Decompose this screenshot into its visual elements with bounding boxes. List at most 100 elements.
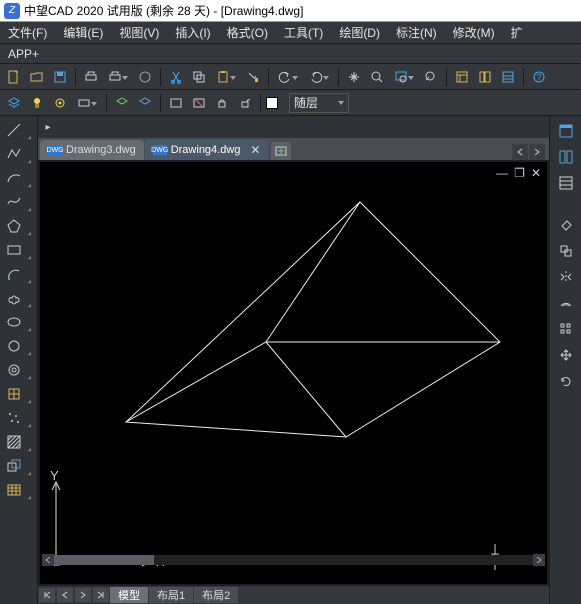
table-tool[interactable] [4, 480, 32, 500]
layer-state-button[interactable] [135, 93, 155, 113]
tool-palettes-button[interactable] [498, 67, 518, 87]
separator [260, 94, 261, 112]
revcloud-tool[interactable] [4, 288, 32, 308]
line-tool[interactable] [4, 120, 32, 140]
separator [75, 68, 76, 86]
menu-dimension[interactable]: 标注(N) [388, 22, 445, 43]
doc-tab-active[interactable]: DWG Drawing4.dwg ✕ [145, 140, 269, 160]
palette-1-button[interactable] [555, 120, 577, 142]
new-tab-button[interactable] [271, 142, 291, 160]
properties-button[interactable] [452, 67, 472, 87]
zoom-prev-button[interactable] [421, 67, 441, 87]
appplus-button[interactable]: APP+ [0, 47, 47, 61]
print-button[interactable] [81, 67, 101, 87]
undo-button[interactable] [274, 67, 302, 87]
move-button[interactable] [555, 344, 577, 366]
dwg-icon: DWG [48, 145, 62, 155]
erase-button[interactable] [555, 214, 577, 236]
plot-button[interactable] [135, 67, 155, 87]
arc3p-tool[interactable] [4, 264, 32, 284]
rotate-button[interactable] [555, 370, 577, 392]
menu-ext[interactable]: 扩 [503, 22, 531, 43]
window-title: 中望CAD 2020 试用版 (剩余 28 天) - [Drawing4.dwg… [24, 2, 303, 19]
array-button[interactable] [555, 318, 577, 340]
separator [446, 68, 447, 86]
app-logo-icon: Z [4, 3, 20, 19]
block-tool[interactable] [4, 384, 32, 404]
zoom-window-button[interactable] [390, 67, 418, 87]
help-button[interactable]: ? [529, 67, 549, 87]
layer-manager-button[interactable] [4, 93, 24, 113]
tab-scroll-left-button[interactable] [512, 144, 528, 160]
menu-format[interactable]: 格式(O) [219, 22, 276, 43]
layer-iso-button[interactable] [166, 93, 186, 113]
copy-obj-button[interactable] [555, 240, 577, 262]
layer-lock-button[interactable] [212, 93, 232, 113]
rectangle-tool[interactable] [4, 240, 32, 260]
doc-tab-strip-header: ▸ [38, 116, 549, 138]
circle-tool[interactable] [4, 336, 32, 356]
layer-prev-button[interactable] [112, 93, 132, 113]
design-center-button[interactable] [475, 67, 495, 87]
arc-tool[interactable] [4, 168, 32, 188]
layer-dropdown-button[interactable] [73, 93, 101, 113]
work-area: ▸ DWG Drawing3.dwg DWG Drawing4.dwg ✕ — [0, 116, 581, 604]
save-button[interactable] [50, 67, 70, 87]
menu-tools[interactable]: 工具(T) [276, 22, 331, 43]
polyline-tool[interactable] [4, 144, 32, 164]
scroll-track[interactable] [54, 555, 533, 565]
palette-2-button[interactable] [555, 146, 577, 168]
toolbar-2: 随层 [0, 90, 581, 116]
hatch-tool[interactable] [4, 432, 32, 452]
offset-button[interactable] [555, 292, 577, 314]
spline-tool[interactable] [4, 192, 32, 212]
paste-button[interactable] [212, 67, 240, 87]
polygon-tool[interactable] [4, 216, 32, 236]
menu-modify[interactable]: 修改(M) [445, 22, 503, 43]
main-menu: 文件(F) 编辑(E) 视图(V) 插入(I) 格式(O) 工具(T) 绘图(D… [0, 22, 581, 44]
drawing-canvas[interactable]: — ❐ ✕ Y X [40, 162, 547, 584]
doc-tab-inactive[interactable]: DWG Drawing3.dwg [40, 140, 144, 160]
close-tab-icon[interactable]: ✕ [250, 143, 260, 157]
menu-view[interactable]: 视图(V) [111, 22, 167, 43]
separator [160, 94, 161, 112]
menu-file[interactable]: 文件(F) [0, 22, 55, 43]
color-swatch[interactable] [266, 97, 278, 109]
scroll-thumb[interactable] [54, 555, 154, 565]
layer-freeze-button[interactable] [50, 93, 70, 113]
svg-text:?: ? [537, 73, 542, 82]
scroll-right-icon[interactable] [533, 554, 545, 566]
palette-3-button[interactable] [555, 172, 577, 194]
point-tool[interactable] [4, 408, 32, 428]
new-button[interactable] [4, 67, 24, 87]
open-button[interactable] [27, 67, 47, 87]
region-tool[interactable] [4, 456, 32, 476]
cut-button[interactable] [166, 67, 186, 87]
separator [338, 68, 339, 86]
tab-label: Drawing3.dwg [66, 144, 136, 156]
drawing-content: Y X [40, 162, 540, 602]
print-preview-button[interactable] [104, 67, 132, 87]
layer-on-button[interactable] [27, 93, 47, 113]
tab-label: Drawing4.dwg [171, 144, 241, 156]
scroll-left-icon[interactable] [42, 554, 54, 566]
ellipse-tool[interactable] [4, 312, 32, 332]
layer-color-combo[interactable]: 随层 [289, 93, 349, 113]
matchprop-button[interactable] [243, 67, 263, 87]
expand-chevron-icon[interactable]: ▸ [42, 121, 54, 133]
menu-edit[interactable]: 编辑(E) [55, 22, 111, 43]
zoom-realtime-button[interactable] [367, 67, 387, 87]
h-scrollbar[interactable] [42, 554, 545, 566]
layer-unlock-button[interactable] [235, 93, 255, 113]
layer-off-b-button[interactable] [189, 93, 209, 113]
donut-tool[interactable] [4, 360, 32, 380]
layer-combo-label: 随层 [294, 94, 318, 111]
copy-button[interactable] [189, 67, 209, 87]
mirror-button[interactable] [555, 266, 577, 288]
tab-scroll-right-button[interactable] [529, 144, 545, 160]
redo-button[interactable] [305, 67, 333, 87]
canvas-area: ▸ DWG Drawing3.dwg DWG Drawing4.dwg ✕ — [38, 116, 549, 604]
pan-button[interactable] [344, 67, 364, 87]
menu-insert[interactable]: 插入(I) [167, 22, 218, 43]
menu-draw[interactable]: 绘图(D) [331, 22, 388, 43]
